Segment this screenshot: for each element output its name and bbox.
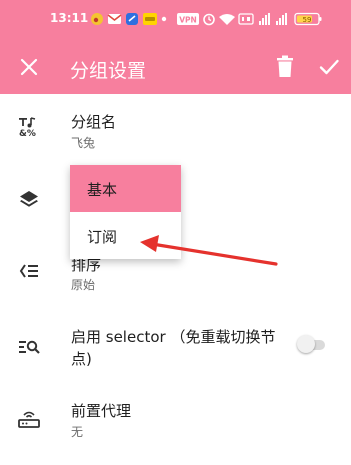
delete-icon[interactable] (274, 55, 296, 79)
check-icon[interactable] (318, 56, 340, 78)
front-proxy-value: 无 (71, 425, 84, 439)
selector-label-line2: 点) (71, 350, 92, 368)
signal-icon (276, 13, 287, 25)
system-icons: VPN 59 (177, 12, 322, 26)
close-icon[interactable] (18, 56, 40, 78)
selector-label-line1: 启用 selector （免重载切换节 (71, 328, 276, 346)
hd-icon (238, 13, 254, 25)
paypal-icon (143, 13, 157, 25)
setting-group-name[interactable]: &% 分组名 飞兔 (0, 94, 351, 156)
group-name-label: 分组名 (71, 113, 117, 131)
front-proxy-label: 前置代理 (71, 402, 132, 420)
text-format-icon: &% (19, 117, 36, 138)
signal-icon (259, 13, 270, 25)
menu-item-label: 订阅 (87, 228, 118, 246)
notification-icons (91, 13, 167, 25)
layers-icon (20, 191, 38, 207)
toggle-thumb (297, 335, 315, 353)
group-name-value: 飞兔 (71, 136, 96, 150)
list-search-icon (19, 340, 40, 354)
vpn-icon: VPN (177, 13, 199, 25)
menu-item-label: 基本 (87, 181, 118, 199)
wifi-icon (219, 14, 235, 25)
battery-icon: 59 (294, 12, 322, 26)
alarm-icon (203, 13, 215, 26)
type-dropdown-menu: 基本 订阅 (70, 165, 181, 259)
status-time: 13:11 (50, 11, 89, 25)
selector-toggle[interactable] (297, 335, 327, 353)
svg-text:&%: &% (19, 129, 36, 138)
sort-value: 原始 (71, 278, 96, 292)
app-bar: 分组设置 (0, 42, 351, 94)
dot-icon (161, 16, 167, 22)
page-title: 分组设置 (70, 60, 147, 82)
gmail-icon (107, 14, 122, 24)
router-icon (18, 411, 40, 428)
status-bar: 13:11 VPN 59 (0, 0, 351, 42)
battery-level: 59 (303, 16, 312, 24)
setting-front-proxy[interactable]: 前置代理 无 (0, 390, 351, 452)
app-icon (126, 13, 138, 25)
menu-item-basic[interactable]: 基本 (70, 165, 181, 212)
menu-item-subscription[interactable]: 订阅 (70, 212, 181, 259)
sort-icon (19, 264, 38, 278)
svg-text:VPN: VPN (179, 16, 197, 25)
